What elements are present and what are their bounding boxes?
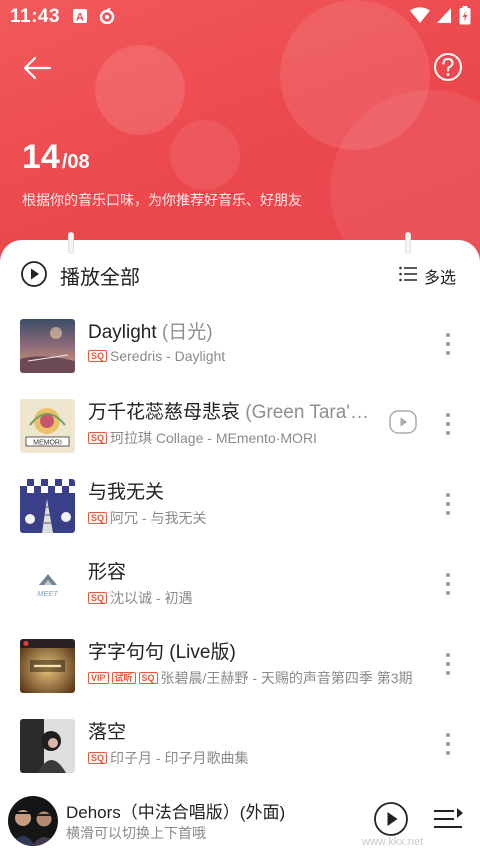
- list-toolbar: 播放全部 多选: [0, 255, 480, 293]
- album-cover: [20, 719, 75, 773]
- binder-ring: [68, 232, 74, 254]
- binder-ring: [405, 232, 411, 254]
- header-subtitle: 根据你的音乐口味，为你推荐好音乐、好朋友: [22, 192, 302, 208]
- sq-badge: SQ: [88, 752, 108, 764]
- status-time: 11:43: [10, 6, 61, 27]
- now-playing-hint: 横滑可以切换上下首哦: [66, 825, 206, 841]
- mv-play-icon[interactable]: [389, 410, 417, 434]
- album-cover: [20, 479, 75, 533]
- song-title: 万千花蕊慈母悲哀 (Green Tara'…: [88, 402, 369, 423]
- svg-text:MEMORI: MEMORI: [33, 440, 62, 447]
- song-title: 与我无关: [88, 482, 165, 503]
- sq-badge: SQ: [88, 350, 108, 362]
- app-netease-icon: [99, 8, 115, 24]
- song-row[interactable]: 与我无关 SQ 阿冗 - 与我无关: [0, 473, 480, 553]
- song-meta: SQ 阿冗 - 与我无关: [88, 508, 206, 528]
- now-playing-title: Dehors（中法合唱版）(外面): [66, 803, 286, 822]
- vip-badge: VIP: [88, 672, 109, 684]
- song-meta: SQ Seredris - Daylight: [88, 348, 225, 364]
- back-arrow-icon[interactable]: [20, 50, 56, 86]
- battery-icon: [459, 6, 471, 25]
- multi-select-icon[interactable]: [398, 264, 418, 284]
- album-cover: MEET: [20, 559, 75, 613]
- app-a-icon: A: [73, 9, 87, 24]
- play-pause-icon[interactable]: [373, 801, 409, 837]
- song-meta: SQ 印子月 - 印子月歌曲集: [88, 748, 248, 768]
- play-all-icon[interactable]: [20, 260, 48, 288]
- more-options-icon[interactable]: [438, 731, 458, 757]
- song-row[interactable]: MEET 形容 SQ 沈以诚 - 初遇: [0, 553, 480, 633]
- more-options-icon[interactable]: [438, 331, 458, 357]
- sq-badge: SQ: [88, 592, 108, 604]
- trial-badge: 试听: [111, 672, 136, 684]
- date-month: /08: [61, 151, 90, 173]
- svg-text:A: A: [76, 12, 84, 24]
- song-title: Daylight (日光): [88, 322, 213, 343]
- signal-icon: [437, 8, 451, 23]
- playlist-icon[interactable]: [432, 805, 464, 833]
- more-options-icon[interactable]: [438, 411, 458, 437]
- song-title: 字字句句 (Live版): [88, 642, 236, 663]
- sq-badge: SQ: [88, 432, 108, 444]
- more-options-icon[interactable]: [438, 651, 458, 677]
- song-row[interactable]: 字字句句 (Live版) VIP 试听 SQ 张碧晨/王赫野 - 天赐的声音第四季 第…: [0, 633, 480, 713]
- song-title: 落空: [88, 722, 127, 743]
- song-row[interactable]: Daylight (日光) SQ Seredris - Daylight: [0, 313, 480, 393]
- sq-badge: SQ: [88, 512, 108, 524]
- more-options-icon[interactable]: [438, 571, 458, 597]
- album-cover: [20, 639, 75, 693]
- song-meta: SQ 沈以诚 - 初遇: [88, 588, 192, 608]
- help-icon[interactable]: [432, 51, 464, 83]
- album-cover: [20, 319, 75, 373]
- song-meta: VIP 试听 SQ 张碧晨/王赫野 - 天赐的声音第四季 第3期: [88, 668, 413, 688]
- play-all-button[interactable]: 播放全部: [60, 261, 140, 290]
- album-cover: MEMORI: [20, 399, 75, 453]
- song-title: 形容: [88, 562, 127, 583]
- watermark-text: www.kkx.net: [362, 836, 424, 848]
- more-options-icon[interactable]: [438, 491, 458, 517]
- multi-select-button[interactable]: 多选: [424, 264, 456, 288]
- bokeh-decoration: [95, 45, 185, 135]
- status-bar: 11:43 A: [0, 0, 480, 32]
- song-row[interactable]: MEMORI 万千花蕊慈母悲哀 (Green Tara'… SQ 珂拉琪 Coll…: [0, 393, 480, 473]
- date-day: 14: [22, 138, 60, 176]
- sq-badge: SQ: [138, 672, 158, 684]
- wifi-icon: [410, 7, 430, 23]
- bokeh-decoration: [170, 120, 240, 190]
- song-meta: SQ 珂拉琪 Collage - MEmento·MORI: [88, 428, 317, 448]
- recommend-date: 14/08: [22, 138, 90, 177]
- now-playing-cover[interactable]: [8, 796, 58, 846]
- svg-text:MEET: MEET: [37, 589, 59, 598]
